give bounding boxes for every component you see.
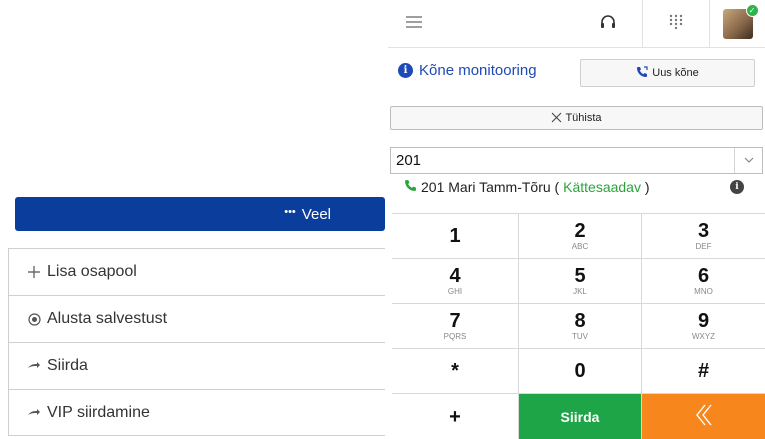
new-call-label: Uus kõne	[652, 67, 699, 79]
contact-name: Mari Tamm-Tõru	[448, 179, 551, 195]
key-9[interactable]: 9 WXYZ	[642, 304, 765, 349]
more-button[interactable]: ••• Veel	[15, 197, 385, 231]
call-monitoring-link[interactable]: i Kõne monitooring	[398, 62, 537, 79]
key-letters: DEF	[695, 242, 712, 251]
hamburger-icon	[406, 15, 422, 33]
phone-call-icon	[636, 65, 648, 81]
double-chevron-left-icon	[694, 403, 714, 432]
key-7[interactable]: 7 PQRS	[392, 304, 519, 349]
key-digit: #	[697, 360, 710, 382]
transfer-call-button[interactable]: Siirda	[519, 394, 642, 439]
key-digit: 3	[697, 220, 710, 242]
key-digit: 8	[574, 310, 586, 332]
dialer-panel: ✓ i Kõne monitooring Uus kõne Tühista 20…	[388, 0, 765, 439]
key-3[interactable]: 3 DEF	[642, 214, 765, 259]
key-digit: 7	[449, 310, 461, 332]
call-action-list: Lisa osapool Alusta salvestust Siirda VI…	[8, 248, 385, 436]
key-digit: 0	[574, 360, 586, 382]
key-letters: MNO	[694, 287, 713, 296]
key-letters: PQRS	[443, 332, 467, 341]
key-letters: JKL	[573, 287, 587, 296]
user-avatar-button[interactable]: ✓	[710, 0, 765, 48]
transfer-arrow-icon	[25, 361, 43, 371]
info-icon: i	[398, 63, 413, 78]
key-digit: 2	[574, 220, 586, 242]
headset-icon	[599, 13, 617, 36]
avatar: ✓	[722, 4, 759, 39]
start-recording-button[interactable]: Alusta salvestust	[8, 295, 385, 342]
key-plus[interactable]: +	[392, 394, 519, 439]
start-recording-label: Alusta salvestust	[47, 310, 168, 327]
add-participant-button[interactable]: Lisa osapool	[8, 248, 385, 295]
key-digit: +	[449, 406, 461, 428]
transfer-arrow-icon	[25, 408, 43, 418]
key-hash[interactable]: #	[642, 349, 765, 394]
key-0[interactable]: 0	[519, 349, 642, 394]
vip-transfer-label: VIP siirdamine	[47, 403, 150, 421]
key-8[interactable]: 8 TUV	[519, 304, 642, 349]
plus-icon	[25, 265, 43, 279]
keypad-toggle-button[interactable]	[642, 0, 710, 48]
number-dropdown-button[interactable]	[734, 148, 762, 173]
vip-transfer-button[interactable]: VIP siirdamine	[8, 389, 385, 436]
add-participant-label: Lisa osapool	[47, 263, 137, 280]
more-dots-icon: •••	[284, 206, 296, 218]
dial-keypad: 1 2 ABC 3 DEF 4 GHI 5 JKL 6 MNO 7 PQRS 8…	[392, 213, 765, 439]
backspace-button[interactable]	[642, 394, 765, 439]
keypad-grid-icon	[669, 14, 683, 35]
key-digit: 4	[449, 265, 461, 287]
dialer-topbar: ✓	[388, 0, 765, 48]
contact-info-icon[interactable]: i	[730, 180, 744, 194]
key-digit: 9	[697, 310, 710, 332]
chevron-down-icon	[744, 155, 754, 166]
online-status-icon: ✓	[745, 4, 759, 17]
contact-suggestion[interactable]: 201 Mari Tamm-Tõru ( Kättesaadav ) i	[404, 179, 744, 195]
key-digit: 1	[449, 225, 461, 247]
number-input-wrapper	[390, 147, 763, 174]
transfer-button[interactable]: Siirda	[8, 342, 385, 389]
close-icon	[551, 110, 562, 126]
key-letters: WXYZ	[691, 332, 716, 341]
key-digit: 6	[697, 265, 710, 287]
call-monitoring-label: Kõne monitooring	[419, 62, 537, 79]
transfer-call-label: Siirda	[560, 409, 600, 425]
transfer-label: Siirda	[47, 357, 88, 374]
key-digit: *	[451, 360, 459, 382]
key-letters: ABC	[571, 242, 589, 251]
key-4[interactable]: 4 GHI	[392, 259, 519, 304]
new-call-button[interactable]: Uus kõne	[580, 59, 755, 87]
contact-number: 201	[421, 179, 445, 195]
record-icon	[25, 312, 43, 326]
cancel-button[interactable]: Tühista	[390, 106, 763, 130]
call-actions-panel: ••• Veel Lisa osapool Alusta salvestust …	[0, 0, 385, 439]
headset-button[interactable]	[574, 0, 642, 48]
contact-status: Kättesaadav	[563, 179, 641, 195]
cancel-label: Tühista	[565, 112, 602, 124]
key-star[interactable]: *	[392, 349, 519, 394]
key-letters: GHI	[447, 287, 463, 296]
key-digit: 5	[574, 265, 586, 287]
key-6[interactable]: 6 MNO	[642, 259, 765, 304]
key-1[interactable]: 1	[392, 214, 519, 259]
key-letters: TUV	[572, 332, 588, 341]
more-button-label: Veel	[301, 205, 331, 223]
key-5[interactable]: 5 JKL	[519, 259, 642, 304]
menu-button[interactable]	[388, 0, 440, 48]
number-input[interactable]	[391, 148, 734, 173]
key-2[interactable]: 2 ABC	[519, 214, 642, 259]
phone-icon	[404, 179, 417, 195]
